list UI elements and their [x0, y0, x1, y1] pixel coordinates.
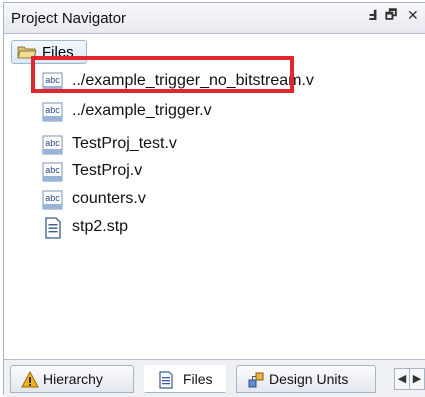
scroll-right-button[interactable]: ▶ — [409, 368, 425, 390]
tree-item[interactable]: abc ../example_trigger.v — [42, 99, 422, 125]
warning-triangle-icon — [21, 371, 39, 388]
tab-design-units-label: Design Units — [269, 371, 349, 387]
verilog-file-icon: abc — [42, 189, 64, 211]
tree-item-label: TestProj_test.v — [72, 135, 177, 152]
panel-title: Project Navigator — [11, 10, 127, 27]
restore-icon[interactable]: 🗗 — [385, 6, 397, 28]
bottom-tab-bar: Hierarchy Files Design Units ◀ ▶ — [4, 359, 425, 397]
document-icon — [159, 371, 173, 389]
pin-icon[interactable]: Ⅎ — [368, 7, 378, 24]
highlight-box — [31, 56, 294, 93]
tree-item[interactable]: stp2.stp — [42, 215, 422, 241]
tree-item-label: counters.v — [72, 190, 146, 207]
tree-item-label: stp2.stp — [72, 218, 129, 235]
design-units-icon — [248, 372, 264, 388]
tree-item[interactable]: abc TestProj_test.v — [42, 132, 422, 158]
tree-item-label: ../example_trigger.v — [72, 102, 212, 119]
tab-hierarchy-label: Hierarchy — [43, 371, 103, 387]
tree-item[interactable]: abc counters.v — [42, 187, 422, 213]
scroll-left-button[interactable]: ◀ — [394, 368, 410, 390]
panel-titlebar: Project Navigator Ⅎ 🗗 ✕ — [4, 3, 425, 34]
tab-hierarchy[interactable]: Hierarchy — [10, 365, 134, 393]
tree-item-label: TestProj.v — [72, 162, 143, 179]
svg-text:abc: abc — [45, 138, 60, 148]
tab-design-units[interactable]: Design Units — [236, 365, 376, 393]
svg-text:abc: abc — [45, 165, 60, 175]
tab-files-label: Files — [183, 371, 213, 387]
close-icon[interactable]: ✕ — [407, 7, 419, 24]
svg-text:abc: abc — [45, 193, 60, 203]
project-navigator-panel: Project Navigator Ⅎ 🗗 ✕ Files abc ../exam… — [3, 2, 425, 397]
document-icon — [42, 217, 64, 239]
tab-files[interactable]: Files — [144, 365, 226, 393]
verilog-file-icon: abc — [42, 101, 64, 123]
verilog-file-icon: abc — [42, 134, 64, 156]
svg-text:abc: abc — [45, 105, 60, 115]
tree-item[interactable]: abc TestProj.v — [42, 159, 422, 185]
verilog-file-icon: abc — [42, 161, 64, 183]
